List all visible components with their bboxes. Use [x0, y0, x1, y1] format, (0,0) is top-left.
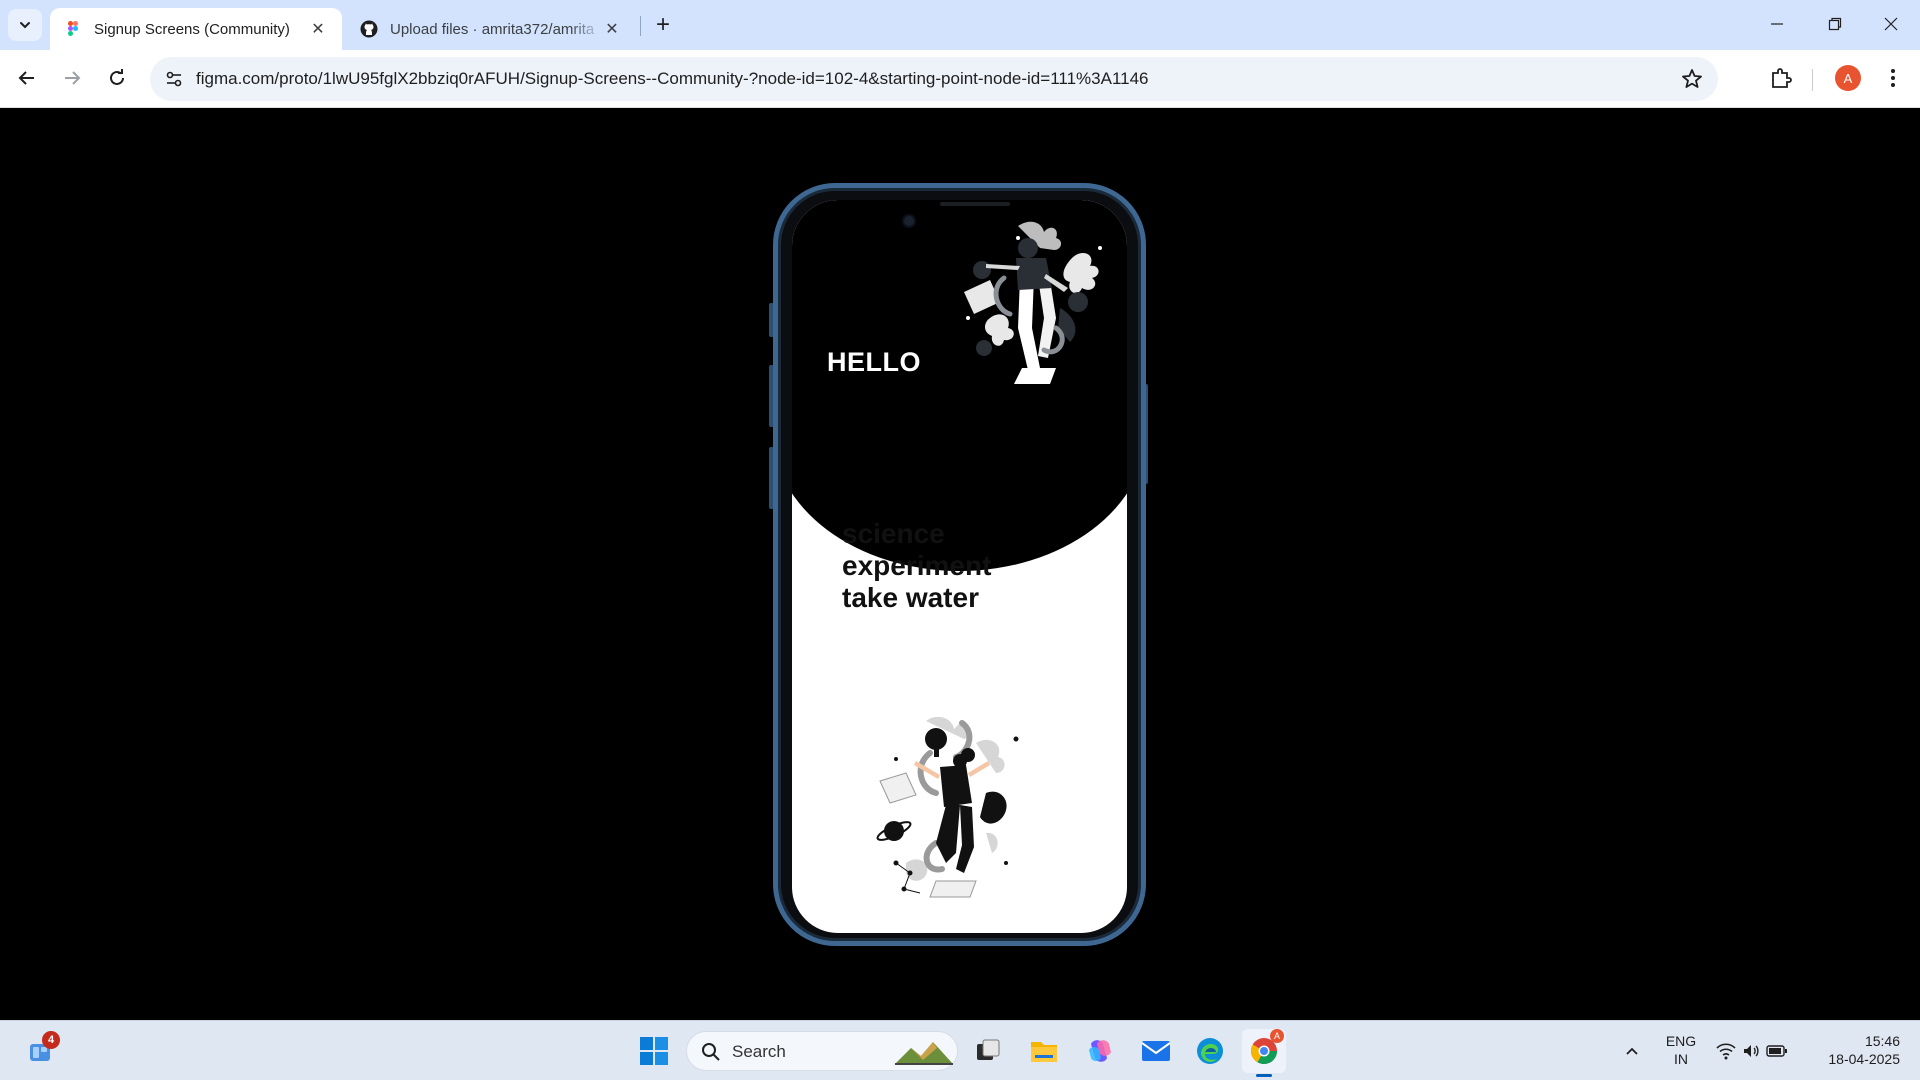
search-label: Search — [732, 1042, 786, 1061]
hello-heading: HELLO — [827, 347, 921, 377]
tab-search-button[interactable] — [8, 9, 42, 41]
volume-icon — [1744, 1045, 1759, 1057]
back-button[interactable] — [10, 61, 44, 95]
forward-button[interactable] — [55, 61, 89, 95]
restore-icon — [1828, 17, 1842, 31]
tab-title: Upload files · amrita372/amrita — [390, 20, 595, 38]
search-highlight-icon — [895, 1042, 953, 1065]
taskbar-search[interactable]: Search — [686, 1031, 958, 1071]
prototype-viewport[interactable]: HELLO science experiment take water — [0, 109, 1920, 1020]
region-code: IN — [1674, 1051, 1688, 1067]
back-arrow-icon — [18, 71, 34, 85]
toolbar-separator — [1812, 69, 1813, 91]
mail-icon — [1141, 1041, 1171, 1061]
tab-title: Signup Screens (Community) — [94, 20, 290, 38]
site-settings-icon[interactable] — [164, 69, 184, 89]
forward-arrow-icon — [65, 71, 81, 85]
close-icon[interactable]: ✕ — [602, 19, 622, 39]
task-view-icon — [977, 1039, 1000, 1060]
language-indicator[interactable]: ENG IN — [1660, 1032, 1702, 1068]
phone-speaker — [940, 202, 1010, 206]
reload-button[interactable] — [100, 61, 134, 95]
headline-line: take water — [842, 582, 979, 613]
tab-figma[interactable]: Signup Screens (Community) ✕ — [50, 8, 342, 50]
chrome-profile-badge: A — [1270, 1029, 1284, 1043]
scientist-illustration-bottom — [876, 716, 1019, 898]
edge-button[interactable] — [1188, 1029, 1232, 1073]
phone-frame: HELLO science experiment take water — [773, 183, 1146, 946]
edge-icon — [1197, 1038, 1223, 1064]
close-icon[interactable]: ✕ — [308, 19, 328, 39]
search-icon — [702, 1043, 720, 1061]
menu-button[interactable] — [1880, 65, 1906, 91]
mail-button[interactable] — [1134, 1029, 1178, 1073]
tab-separator — [640, 16, 641, 36]
clock-date: 18-04-2025 — [1828, 1051, 1900, 1067]
notification-badge: 4 — [42, 1031, 60, 1049]
bookmark-star-icon[interactable] — [1680, 67, 1704, 91]
close-icon — [1884, 17, 1898, 31]
profile-avatar[interactable]: A — [1835, 65, 1861, 91]
system-clock[interactable]: 15:46 18-04-2025 — [1810, 1032, 1900, 1068]
chevron-down-icon — [20, 22, 30, 29]
tab-strip: Signup Screens (Community) ✕ Upload file… — [0, 0, 1920, 50]
url-text[interactable]: figma.com/proto/1lwU95fglX2bbziq0rAFUH/S… — [196, 69, 1149, 89]
copilot-button[interactable] — [1078, 1029, 1122, 1073]
new-tab-button[interactable]: + — [650, 11, 676, 38]
language-code: ENG — [1665, 1033, 1697, 1049]
wifi-icon — [1716, 1043, 1736, 1060]
tab-github[interactable]: Upload files · amrita372/amrita ✕ — [346, 8, 636, 50]
copilot-icon — [1089, 1040, 1111, 1062]
minimize-button[interactable] — [1748, 0, 1806, 48]
start-button[interactable] — [632, 1029, 676, 1073]
figma-icon — [68, 21, 78, 36]
quick-settings-button[interactable] — [1712, 1029, 1792, 1073]
restore-button[interactable] — [1806, 0, 1864, 48]
file-explorer-button[interactable] — [1022, 1029, 1066, 1073]
task-view-button[interactable] — [966, 1029, 1010, 1073]
github-icon — [360, 20, 378, 38]
chrome-button[interactable]: A — [1242, 1029, 1286, 1073]
windows-taskbar: 4 Search A ENG IN 15:46 18-04-2025 — [0, 1020, 1920, 1080]
show-hidden-icons-button[interactable] — [1610, 1029, 1654, 1073]
reload-icon — [110, 69, 124, 85]
windows-logo-icon — [640, 1037, 668, 1065]
battery-icon — [1766, 1045, 1787, 1057]
chevron-up-icon — [1626, 1047, 1638, 1055]
minimize-icon — [1771, 23, 1783, 25]
close-window-button[interactable] — [1862, 0, 1920, 48]
extensions-icon[interactable] — [1766, 63, 1796, 93]
address-bar[interactable]: figma.com/proto/1lwU95fglX2bbziq0rAFUH/S… — [150, 57, 1718, 101]
browser-toolbar: figma.com/proto/1lwU95fglX2bbziq0rAFUH/S… — [0, 50, 1920, 108]
headline-line: experiment — [842, 550, 992, 581]
clock-time: 15:46 — [1864, 1033, 1900, 1049]
headline-text: science experiment take water — [842, 518, 991, 614]
active-app-indicator — [1256, 1074, 1272, 1077]
phone-camera — [904, 216, 914, 226]
folder-icon — [1031, 1042, 1057, 1062]
headline-line: science — [842, 518, 945, 549]
scientist-illustration-top — [964, 221, 1102, 384]
phone-screen[interactable]: HELLO science experiment take water — [792, 200, 1127, 933]
more-vert-icon — [1891, 69, 1895, 87]
